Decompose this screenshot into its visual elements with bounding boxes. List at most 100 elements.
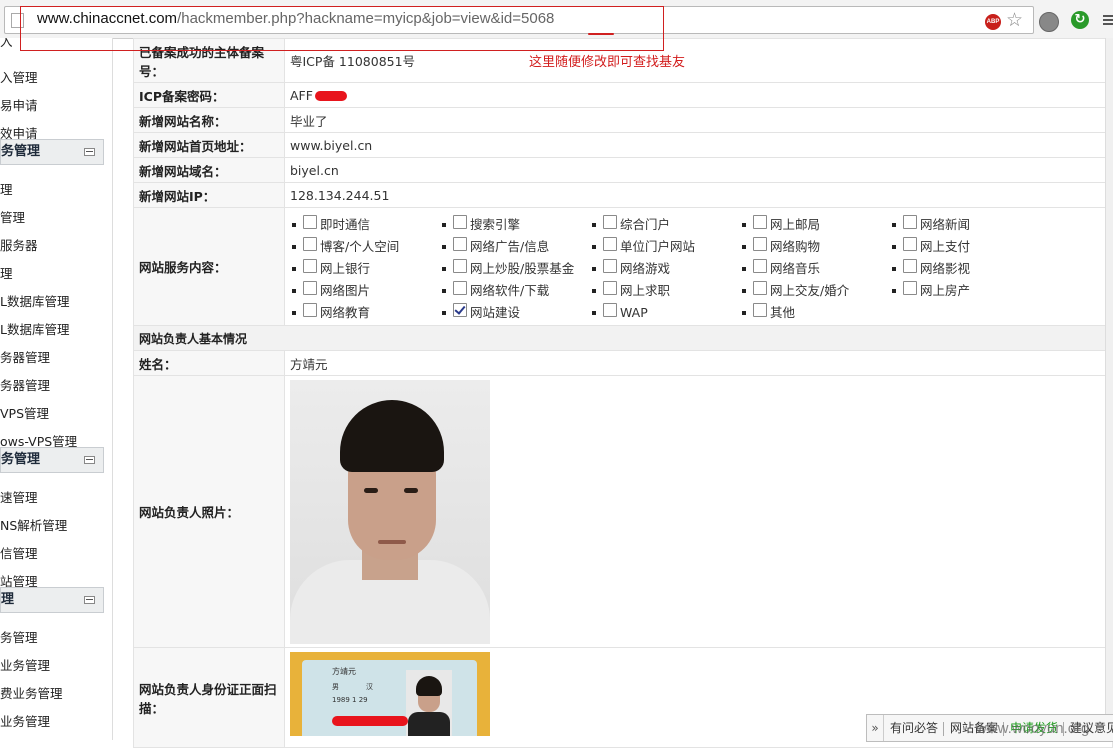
service-checkbox[interactable]	[753, 215, 767, 229]
bullet-icon	[442, 289, 446, 293]
service-checkbox[interactable]	[453, 281, 467, 295]
service-option: 其他	[740, 302, 890, 324]
sidebar-section-header[interactable]: 理	[0, 587, 104, 613]
service-label: 博客/个人空间	[320, 238, 400, 254]
service-checkbox[interactable]	[453, 259, 467, 273]
sidebar-section-header[interactable]: 务管理	[0, 139, 104, 165]
service-label: WAP	[620, 304, 648, 320]
site-name-label: 新增网站名称：	[133, 107, 285, 133]
bullet-icon	[442, 311, 446, 315]
service-label: 网络购物	[770, 238, 821, 254]
service-checkbox[interactable]	[603, 281, 617, 295]
service-checkbox[interactable]	[603, 303, 617, 317]
service-checkbox[interactable]	[303, 237, 317, 251]
bullet-icon	[292, 245, 296, 249]
vertical-scrollbar[interactable]	[1105, 38, 1113, 740]
service-checkbox[interactable]	[453, 303, 467, 317]
service-checkbox[interactable]	[303, 259, 317, 273]
sidebar-item[interactable]: 务器管理	[0, 374, 50, 398]
sidebar-item[interactable]: 业务管理	[0, 710, 50, 734]
service-option: 网上交友/婚介	[740, 280, 890, 302]
annotation-note: 这里随便修改即可查找基友	[529, 55, 686, 70]
globe-icon[interactable]	[1039, 12, 1059, 32]
homepage-label: 新增网站首页地址：	[133, 132, 285, 158]
row-password: ICP备案密码： AFF	[133, 82, 1113, 108]
service-checkbox[interactable]	[753, 303, 767, 317]
sidebar-item[interactable]: L数据库管理	[0, 318, 69, 342]
sidebar-section-label: 务管理	[1, 452, 41, 467]
sidebar-item-partial[interactable]: 入	[0, 38, 13, 54]
service-option: 网络广告/信息	[440, 236, 590, 258]
sidebar-item[interactable]: 入管理	[0, 66, 38, 90]
help-link[interactable]: 有问必答	[890, 721, 938, 735]
service-checkbox[interactable]	[603, 237, 617, 251]
refresh-icon[interactable]: ↻	[1071, 11, 1089, 29]
service-checkbox[interactable]	[453, 215, 467, 229]
service-option: 网络游戏	[590, 258, 740, 280]
service-label: 网络教育	[320, 304, 371, 320]
watermark: www.wooyun.org	[976, 720, 1090, 737]
collapse-icon[interactable]	[84, 456, 95, 464]
ip-value: 128.134.244.51	[284, 182, 1113, 208]
collapse-icon[interactable]	[84, 596, 95, 604]
bullet-icon	[292, 223, 296, 227]
bullet-icon	[892, 223, 896, 227]
domain-value: biyel.cn	[284, 157, 1113, 183]
service-checkbox[interactable]	[903, 281, 917, 295]
service-option: 网络图片	[290, 280, 440, 302]
adblock-icon[interactable]: ABP	[985, 14, 1001, 30]
idcard-birth: 1989 1 29	[332, 696, 368, 704]
collapse-icon[interactable]	[84, 148, 95, 156]
domain-label: 新增网站域名：	[133, 157, 285, 183]
sidebar-item[interactable]: 理	[0, 262, 13, 286]
expand-arrow-icon[interactable]: »	[867, 715, 884, 741]
sidebar-item[interactable]: VPS管理	[0, 402, 49, 426]
sidebar-item[interactable]: 信管理	[0, 542, 38, 566]
sidebar-item[interactable]: 速管理	[0, 486, 38, 510]
service-checkbox[interactable]	[453, 237, 467, 251]
sidebar-item[interactable]: 务器管理	[0, 346, 50, 370]
bullet-icon	[442, 223, 446, 227]
sidebar-item[interactable]: NS解析管理	[0, 514, 67, 538]
service-checkbox[interactable]	[303, 215, 317, 229]
service-option: 网络影视	[890, 258, 1040, 280]
sidebar-item[interactable]: 业务管理	[0, 654, 50, 678]
service-label: 网络影视	[920, 260, 971, 276]
menu-icon[interactable]	[1103, 15, 1113, 27]
photo-cell	[284, 375, 1113, 648]
sidebar-item[interactable]: 务管理	[0, 626, 38, 650]
redaction-scribble	[314, 91, 347, 101]
service-checkbox[interactable]	[753, 281, 767, 295]
service-label: 网络图片	[320, 282, 371, 298]
service-option: 网上邮局	[740, 214, 890, 236]
service-checkbox[interactable]	[903, 237, 917, 251]
service-checkbox[interactable]	[903, 259, 917, 273]
idcard-gender: 男	[332, 683, 339, 691]
sidebar-item[interactable]: 理	[0, 178, 13, 202]
service-option: 网络软件/下载	[440, 280, 590, 302]
sidebar-section-header[interactable]: 务管理	[0, 447, 104, 473]
service-checkbox[interactable]	[603, 215, 617, 229]
sidebar-item[interactable]: 费业务管理	[0, 682, 63, 706]
service-label: 网上求职	[620, 282, 671, 298]
service-checkbox[interactable]	[903, 215, 917, 229]
sidebar-item[interactable]: 管理	[0, 206, 25, 230]
service-checkbox[interactable]	[753, 237, 767, 251]
service-option: 网上支付	[890, 236, 1040, 258]
sidebar-item[interactable]: L数据库管理	[0, 290, 69, 314]
service-label: 网络音乐	[770, 260, 821, 276]
service-checkbox[interactable]	[303, 303, 317, 317]
service-label: 网络新闻	[920, 216, 971, 232]
sidebar-item[interactable]: 易申请	[0, 94, 38, 118]
idcard-name: 方靖元	[332, 667, 356, 676]
sidebar-item[interactable]: 服务器	[0, 234, 38, 258]
service-option: 搜索引擎	[440, 214, 590, 236]
service-label: 网络广告/信息	[470, 238, 550, 254]
section-title: 网站负责人基本情况	[133, 325, 1113, 351]
service-checkbox[interactable]	[753, 259, 767, 273]
service-checkbox[interactable]	[303, 281, 317, 295]
bullet-icon	[592, 267, 596, 271]
service-label: 网站建设	[470, 304, 521, 320]
service-checkbox[interactable]	[603, 259, 617, 273]
bookmark-star-icon[interactable]: ☆	[1006, 9, 1023, 31]
